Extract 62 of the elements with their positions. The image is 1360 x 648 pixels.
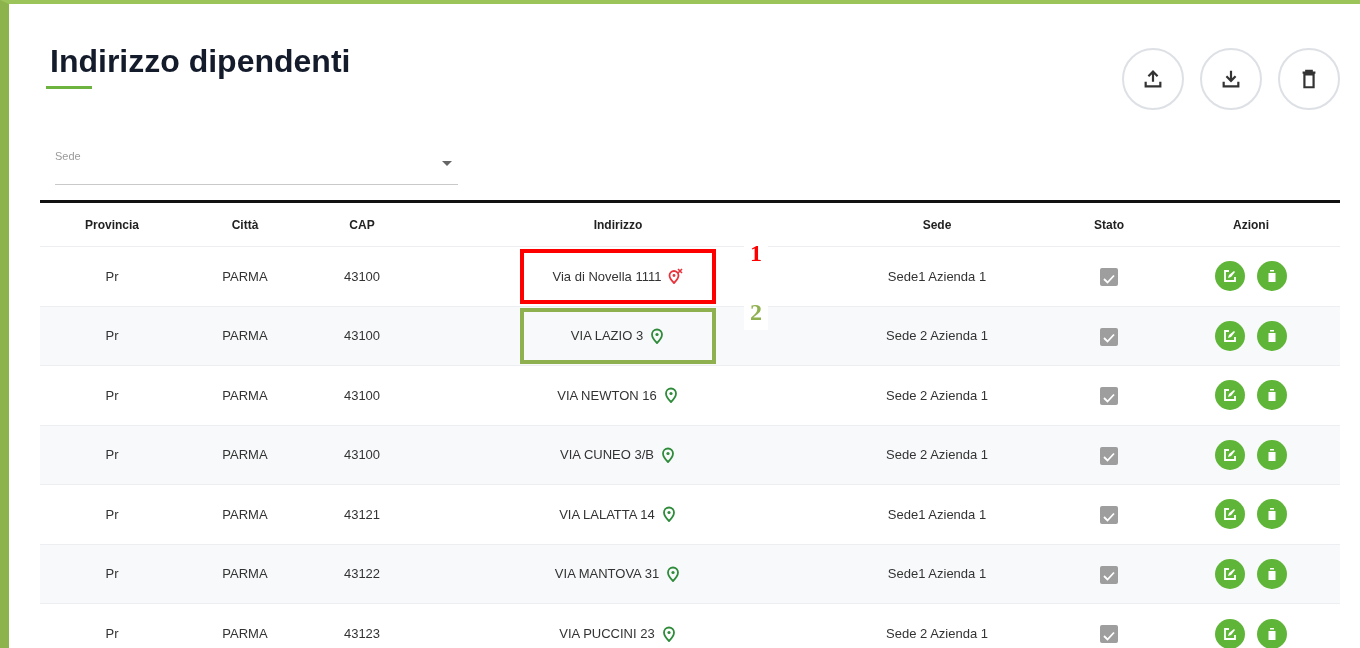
trash-icon <box>1267 448 1277 461</box>
column-header: Provincia <box>40 201 184 247</box>
status-checkbox[interactable] <box>1100 565 1118 584</box>
table-cell: 43123 <box>306 603 418 648</box>
edit-icon <box>1224 329 1236 342</box>
column-header: Azioni <box>1162 201 1340 247</box>
status-checkbox[interactable] <box>1100 446 1118 465</box>
status-checkbox[interactable] <box>1100 387 1118 406</box>
address-text: VIA MANTOVA 31 <box>554 565 660 583</box>
table-cell: Sede 2 Azienda 1 <box>818 603 1056 648</box>
table-cell: PARMA <box>184 544 306 604</box>
column-header: Stato <box>1056 201 1162 247</box>
edit-button[interactable] <box>1215 380 1245 411</box>
address-text: Via di Novella 1111 <box>552 267 662 286</box>
address-text: VIA PUCCINI 23 <box>559 624 655 643</box>
table-cell: Pr <box>40 544 184 604</box>
table-cell: PARMA <box>184 306 306 366</box>
table-cell: 43122 <box>306 544 418 604</box>
table-cell: Sede1 Azienda 1 <box>818 544 1056 604</box>
sede-select[interactable]: Sede <box>55 143 458 185</box>
status-checkbox[interactable] <box>1100 327 1118 346</box>
table-cell: Sede 2 Azienda 1 <box>818 425 1056 485</box>
edit-button[interactable] <box>1215 558 1245 589</box>
table-cell: 43100 <box>306 306 418 366</box>
status-checkbox[interactable] <box>1100 506 1118 525</box>
table-cell: 43100 <box>306 425 418 485</box>
trash-icon <box>1267 508 1277 521</box>
trash-icon <box>1267 329 1277 342</box>
edit-icon <box>1224 627 1236 640</box>
table-cell: Pr <box>40 306 184 366</box>
edit-icon <box>1224 567 1236 580</box>
page-title: Indirizzo dipendenti <box>50 42 351 81</box>
edit-button[interactable] <box>1215 261 1245 292</box>
table-cell: PARMA <box>184 603 306 648</box>
trash-icon <box>1267 389 1277 402</box>
table-cell: PARMA <box>184 425 306 485</box>
caret-icon <box>442 161 452 166</box>
table-cell: Sede 2 Azienda 1 <box>818 306 1056 366</box>
trash-icon <box>1267 567 1277 580</box>
column-header: Città <box>184 201 306 247</box>
status-checkbox[interactable] <box>1100 625 1118 644</box>
upload-icon <box>1142 68 1164 90</box>
address-text: VIA LAZIO 3 <box>570 327 644 345</box>
table-cell: Pr <box>40 603 184 648</box>
edit-icon <box>1224 508 1236 521</box>
edit-button[interactable] <box>1215 439 1245 470</box>
edit-icon <box>1224 389 1236 402</box>
trash-icon <box>1267 270 1277 283</box>
edit-button[interactable] <box>1215 320 1245 351</box>
address-text: VIA CUNEO 3/B <box>560 446 654 464</box>
edit-icon <box>1224 270 1236 283</box>
edit-button[interactable] <box>1215 618 1245 648</box>
column-header: CAP <box>306 201 418 247</box>
edit-icon <box>1224 448 1236 461</box>
trash-icon <box>1267 627 1277 640</box>
address-text: VIA NEWTON 16 <box>557 386 657 405</box>
table-cell: Pr <box>40 425 184 485</box>
address-text: VIA LALATTA 14 <box>559 505 655 524</box>
status-checkbox[interactable] <box>1100 268 1118 287</box>
download-icon <box>1220 68 1242 90</box>
column-header: Sede <box>818 201 1056 247</box>
edit-button[interactable] <box>1215 499 1245 530</box>
